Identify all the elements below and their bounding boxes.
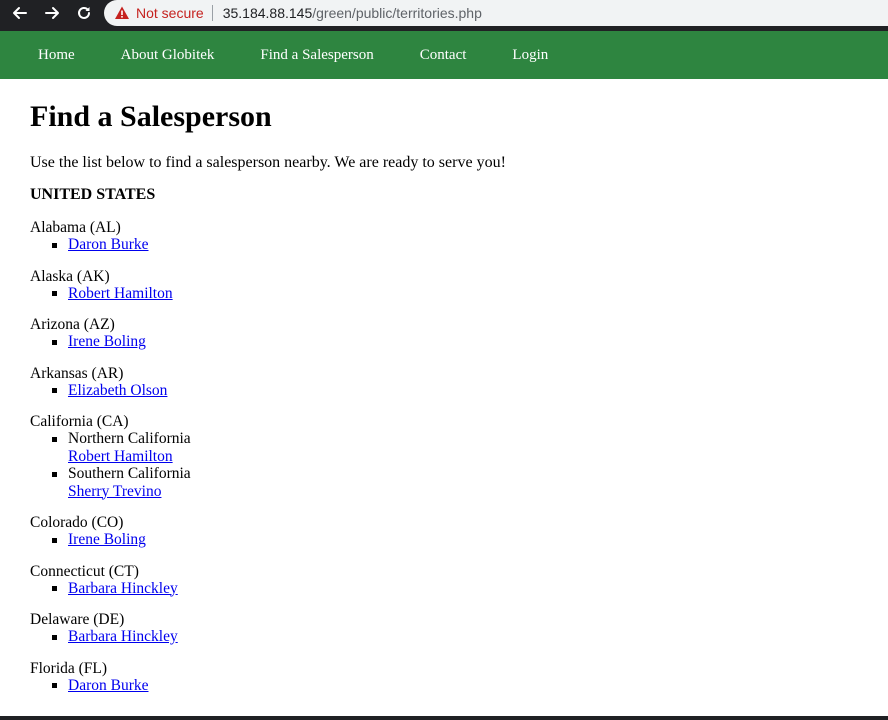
- salesperson-link[interactable]: Barbara Hinckley: [68, 580, 178, 597]
- state-name: California (CA): [30, 413, 129, 430]
- back-button[interactable]: [6, 0, 34, 26]
- url-path: /green/public/territories.php: [312, 5, 482, 21]
- reload-button[interactable]: [70, 0, 98, 26]
- state-entry: California (CA) Northern California Robe…: [30, 413, 870, 500]
- nav-contact[interactable]: Contact: [420, 47, 467, 63]
- forward-button[interactable]: [38, 0, 66, 26]
- state-name: Colorado (CO): [30, 514, 124, 531]
- salesperson-item: Irene Boling: [30, 333, 870, 351]
- state-entry: Arkansas (AR) Elizabeth Olson: [30, 365, 870, 400]
- salesperson-item: Robert Hamilton: [30, 285, 870, 303]
- region-name: Northern California: [68, 430, 191, 447]
- back-arrow-icon: [13, 7, 27, 19]
- salesperson-link[interactable]: Robert Hamilton: [68, 285, 173, 302]
- state-entry: Delaware (DE) Barbara Hinckley: [30, 611, 870, 646]
- browser-toolbar: Not secure 35.184.88.145/green/public/te…: [0, 0, 888, 26]
- salesperson-item: Irene Boling: [30, 531, 870, 549]
- state-name: Arizona (AZ): [30, 316, 115, 333]
- page-title: Find a Salesperson: [30, 100, 272, 133]
- salesperson-link[interactable]: Irene Boling: [68, 333, 146, 350]
- salesperson-link[interactable]: Elizabeth Olson: [68, 382, 167, 399]
- salesperson-link[interactable]: Sherry Trevino: [68, 483, 161, 500]
- region-name: Southern California: [68, 465, 191, 482]
- state-entry: Alaska (AK) Robert Hamilton: [30, 268, 870, 303]
- url-host: 35.184.88.145: [222, 5, 313, 21]
- salesperson-link[interactable]: Barbara Hinckley: [68, 628, 178, 645]
- intro-text: Use the list below to find a salesperson…: [30, 154, 506, 171]
- region-item: Southern California Sherry Trevino: [30, 465, 870, 500]
- not-secure-label[interactable]: Not secure: [136, 5, 204, 21]
- state-entry: Arizona (AZ) Irene Boling: [30, 316, 870, 351]
- state-name: Connecticut (CT): [30, 562, 139, 580]
- main-content: Find a Salesperson Use the list below to…: [30, 79, 870, 708]
- nav-find-salesperson[interactable]: Find a Salesperson: [260, 47, 373, 63]
- state-entry: Colorado (CO) Irene Boling: [30, 514, 870, 549]
- forward-arrow-icon: [45, 7, 59, 19]
- state-name: Florida (FL): [30, 659, 108, 677]
- salesperson-item: Daron Burke: [30, 677, 870, 695]
- nav-login[interactable]: Login: [512, 47, 548, 63]
- salesperson-link[interactable]: Irene Boling: [68, 531, 146, 548]
- omnibox-divider: [211, 5, 213, 21]
- salesperson-item: Barbara Hinckley: [30, 580, 870, 598]
- state-entry: Connecticut (CT) Barbara Hinckley: [30, 563, 870, 598]
- state-entry: Alabama (AL) Daron Burke: [30, 219, 870, 254]
- salesperson-item: Daron Burke: [30, 236, 870, 254]
- salesperson-item: Elizabeth Olson: [30, 382, 870, 400]
- territory-list: Alabama (AL) Daron Burke Alaska (AK) Rob…: [30, 219, 870, 694]
- main-navigation: Home About Globitek Find a Salesperson C…: [0, 31, 888, 79]
- window-bottom-edge: [0, 716, 888, 720]
- state-entry: Florida (FL) Daron Burke: [30, 660, 870, 695]
- address-bar[interactable]: Not secure 35.184.88.145/green/public/te…: [104, 0, 888, 26]
- salesperson-link[interactable]: Daron Burke: [68, 236, 149, 253]
- nav-home[interactable]: Home: [38, 47, 75, 63]
- salesperson-link[interactable]: Daron Burke: [68, 677, 149, 694]
- country-heading: UNITED STATES: [30, 186, 156, 203]
- state-name: Alabama (AL): [30, 219, 121, 236]
- state-name: Arkansas (AR): [30, 364, 124, 382]
- reload-icon: [78, 6, 90, 19]
- region-item: Northern California Robert Hamilton: [30, 430, 870, 465]
- state-name: Delaware (DE): [30, 611, 125, 628]
- warning-triangle-icon: [115, 6, 129, 19]
- nav-about-globitek[interactable]: About Globitek: [121, 47, 215, 63]
- salesperson-link[interactable]: Robert Hamilton: [68, 448, 173, 465]
- salesperson-item: Barbara Hinckley: [30, 628, 870, 646]
- state-name: Alaska (AK): [30, 267, 110, 285]
